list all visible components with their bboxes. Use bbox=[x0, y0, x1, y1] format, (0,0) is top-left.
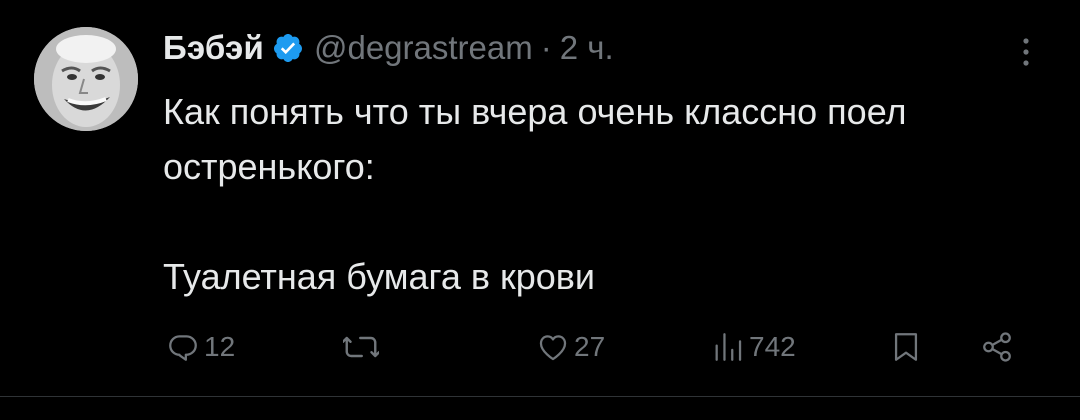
tweet-text-line: Как понять что ты вчера очень классно по… bbox=[163, 91, 907, 132]
action-bar: 12 27 742 bbox=[0, 322, 1080, 372]
retweet-button[interactable] bbox=[343, 322, 379, 372]
more-icon[interactable] bbox=[1012, 32, 1040, 72]
retweet-icon bbox=[343, 336, 379, 358]
share-icon bbox=[983, 332, 1011, 362]
views-count: 742 bbox=[749, 331, 796, 362]
tweet-text: Как понять что ты вчера очень классно по… bbox=[163, 84, 1063, 304]
tweet[interactable]: Бэбэй @degrastream · 2 ч. Как понять что… bbox=[0, 0, 1080, 420]
tweet-header: Бэбэй @degrastream · 2 ч. bbox=[163, 28, 614, 68]
divider bbox=[0, 396, 1080, 397]
like-button[interactable]: 27 bbox=[536, 322, 605, 372]
views-button[interactable]: 742 bbox=[711, 322, 796, 372]
reply-button[interactable]: 12 bbox=[166, 322, 235, 372]
separator-dot: · bbox=[540, 29, 552, 66]
like-icon bbox=[539, 335, 567, 361]
bookmark-button[interactable] bbox=[889, 322, 923, 372]
reply-icon bbox=[169, 335, 197, 361]
share-button[interactable] bbox=[980, 322, 1014, 372]
views-icon bbox=[715, 333, 742, 361]
timestamp[interactable]: 2 ч. bbox=[560, 29, 614, 67]
tweet-text-line: остренького: bbox=[163, 146, 375, 187]
verified-badge-icon[interactable] bbox=[272, 32, 304, 64]
reply-count: 12 bbox=[204, 331, 236, 362]
avatar-image bbox=[34, 27, 138, 131]
avatar[interactable] bbox=[34, 27, 138, 131]
tweet-text-line: Туалетная бумага в крови bbox=[163, 256, 596, 297]
author-handle[interactable]: @degrastream bbox=[314, 29, 533, 67]
display-name[interactable]: Бэбэй bbox=[163, 29, 264, 67]
bookmark-icon bbox=[894, 333, 918, 361]
like-count: 27 bbox=[574, 331, 606, 362]
